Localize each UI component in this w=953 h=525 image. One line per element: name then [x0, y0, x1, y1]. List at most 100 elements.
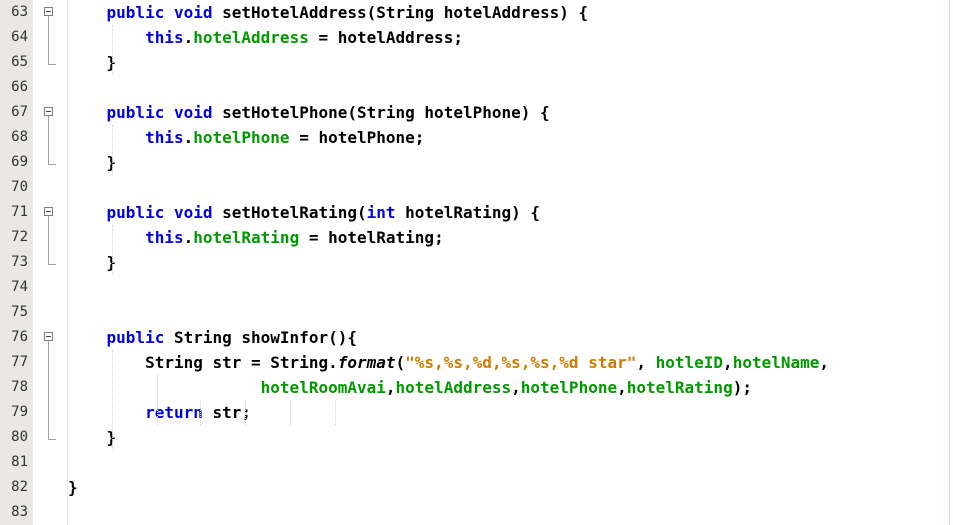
- field-token: hotelAddress: [395, 378, 512, 397]
- keyword-token: public: [106, 328, 165, 347]
- code-line[interactable]: 73 }: [0, 250, 953, 275]
- field-token: hotleID: [655, 353, 724, 372]
- code-token: ,: [385, 378, 396, 397]
- code-token: ,: [723, 353, 733, 372]
- code-text[interactable]: public void setHotelPhone(String hotelPh…: [68, 100, 550, 125]
- indent-guide: [157, 375, 158, 425]
- code-text[interactable]: hotelRoomAvai,hotelAddress,hotelPhone,ho…: [68, 375, 752, 400]
- indent-guide: [112, 350, 113, 450]
- field-token: hotelAddress: [193, 28, 309, 47]
- code-token: String showInfor(){: [164, 328, 357, 347]
- fold-collapse-icon[interactable]: [44, 207, 53, 216]
- line-number: 65: [11, 54, 28, 70]
- line-number: 77: [11, 354, 28, 370]
- code-text[interactable]: this.hotelRating = hotelRating;: [68, 225, 444, 250]
- keyword-token: this: [145, 28, 184, 47]
- line-number: 78: [11, 379, 28, 395]
- keyword-token: return: [145, 403, 203, 422]
- code-token: str;: [202, 403, 252, 422]
- line-number: 71: [11, 204, 28, 220]
- fold-end-marker: [48, 250, 56, 265]
- code-line[interactable]: 68 this.hotelPhone = hotelPhone;: [0, 125, 953, 150]
- code-text[interactable]: public String showInfor(){: [68, 325, 357, 350]
- code-text[interactable]: }: [68, 425, 117, 450]
- method-token: format: [337, 353, 396, 372]
- code-token: );: [732, 378, 752, 397]
- line-number: 74: [11, 279, 28, 295]
- keyword-token: void: [173, 3, 213, 22]
- line-number: 82: [11, 479, 28, 495]
- line-number: 72: [11, 229, 28, 245]
- code-text[interactable]: public void setHotelRating(int hotelRati…: [68, 200, 541, 225]
- fold-end-marker: [48, 425, 56, 440]
- code-text[interactable]: public void setHotelAddress(String hotel…: [68, 0, 589, 25]
- code-text[interactable]: }: [68, 150, 117, 175]
- code-line[interactable]: 83: [0, 500, 953, 525]
- code-line[interactable]: 65 }: [0, 50, 953, 75]
- keyword-token: public: [106, 3, 165, 22]
- code-line[interactable]: 70: [0, 175, 953, 200]
- field-token: hotelRoomAvai: [260, 378, 386, 397]
- fold-collapse-icon[interactable]: [44, 107, 53, 116]
- code-line[interactable]: 69 }: [0, 150, 953, 175]
- code-editor[interactable]: { "editor": { "lines": [ {"num": "63", "…: [0, 0, 953, 525]
- code-text[interactable]: }: [68, 250, 117, 275]
- code-line[interactable]: 64 this.hotelAddress = hotelAddress;: [0, 25, 953, 50]
- keyword-token: void: [173, 203, 213, 222]
- keyword-token: public: [106, 203, 165, 222]
- code-token: }: [68, 478, 78, 497]
- fold-collapse-icon[interactable]: [44, 7, 53, 16]
- code-token: hotelRating) {: [395, 203, 541, 222]
- indent-guide: [290, 400, 291, 425]
- line-number: 69: [11, 154, 28, 170]
- code-token: .: [183, 128, 194, 147]
- code-text[interactable]: }: [68, 50, 117, 75]
- code-line[interactable]: 75: [0, 300, 953, 325]
- code-token: .: [183, 228, 194, 247]
- code-text[interactable]: this.hotelPhone = hotelPhone;: [68, 125, 424, 150]
- fold-line: [48, 216, 49, 250]
- line-number: 67: [11, 104, 28, 120]
- code-token: ,: [636, 353, 656, 372]
- code-token: (: [395, 353, 406, 372]
- code-token: ,: [617, 378, 627, 397]
- code-text[interactable]: return str;: [68, 400, 251, 425]
- fold-end-marker: [48, 50, 56, 65]
- code-line[interactable]: 71 public void setHotelRating(int hotelR…: [0, 200, 953, 225]
- code-line[interactable]: 81: [0, 450, 953, 475]
- fold-line: [48, 16, 49, 50]
- code-line[interactable]: 77 String str = String.format("%s,%s,%d,…: [0, 350, 953, 375]
- code-line[interactable]: 79 return str;: [0, 400, 953, 425]
- code-token: ,: [511, 378, 521, 397]
- keyword-token: void: [173, 103, 213, 122]
- fold-line: [48, 341, 49, 425]
- code-line[interactable]: 63 public void setHotelAddress(String ho…: [0, 0, 953, 25]
- field-token: hotelPhone: [520, 378, 618, 397]
- code-token: setHotelAddress(String hotelAddress) {: [212, 3, 589, 22]
- code-text[interactable]: String str = String.format("%s,%s,%d,%s,…: [68, 350, 829, 375]
- code-line[interactable]: 76 public String showInfor(){: [0, 325, 953, 350]
- code-text[interactable]: this.hotelAddress = hotelAddress;: [68, 25, 463, 50]
- code-line[interactable]: 82}: [0, 475, 953, 500]
- code-line[interactable]: 72 this.hotelRating = hotelRating;: [0, 225, 953, 250]
- string-token: "%s,%s,%d,%s,%s,%d star": [405, 353, 637, 372]
- line-number: 70: [11, 179, 28, 195]
- field-token: hotelPhone: [193, 128, 290, 147]
- code-line[interactable]: 66: [0, 75, 953, 100]
- code-line[interactable]: 67 public void setHotelPhone(String hote…: [0, 100, 953, 125]
- keyword-token: this: [145, 128, 184, 147]
- indent-guide: [112, 225, 113, 275]
- fold-collapse-icon[interactable]: [44, 332, 53, 341]
- code-line[interactable]: 74: [0, 275, 953, 300]
- line-number: 79: [11, 404, 28, 420]
- code-line[interactable]: 80 }: [0, 425, 953, 450]
- code-text[interactable]: }: [68, 475, 78, 500]
- code-line[interactable]: 78 hotelRoomAvai,hotelAddress,hotelPhone…: [0, 375, 953, 400]
- code-token: = hotelRating;: [299, 228, 444, 247]
- code-token: = hotelAddress;: [308, 28, 463, 47]
- line-number: 75: [11, 304, 28, 320]
- fold-end-marker: [48, 150, 56, 165]
- fold-line: [48, 116, 49, 150]
